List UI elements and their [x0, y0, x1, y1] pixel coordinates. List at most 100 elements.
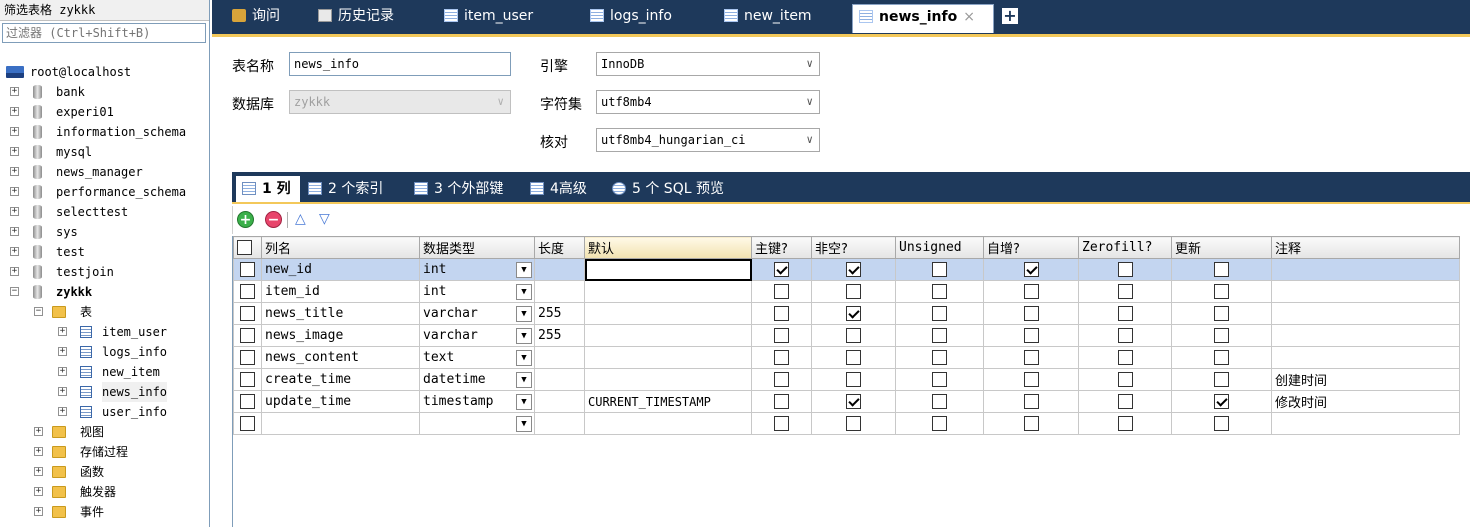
cell-nn[interactable] — [811, 324, 896, 347]
checkbox[interactable] — [1214, 262, 1229, 277]
cell-default[interactable] — [584, 258, 752, 281]
cell-name[interactable]: update_time — [261, 390, 420, 413]
cell-length[interactable] — [534, 368, 585, 391]
tab-item-user[interactable]: item_user — [438, 4, 578, 30]
checkbox[interactable] — [1023, 416, 1039, 431]
move-down-button[interactable]: ▽ — [319, 211, 330, 227]
cell-ai[interactable] — [983, 412, 1079, 435]
cell-comment[interactable] — [1271, 324, 1460, 347]
cell-unsigned[interactable] — [895, 258, 984, 281]
tree-table-item[interactable]: + item_user — [0, 322, 209, 342]
chevron-down-icon[interactable]: ▼ — [516, 262, 532, 278]
checkbox[interactable] — [1117, 262, 1133, 277]
tab-news-info[interactable]: news_info × — [852, 4, 994, 33]
tree-db-item[interactable]: + information_schema — [0, 122, 209, 142]
cell-update[interactable] — [1171, 346, 1272, 369]
cell-unsigned[interactable] — [895, 412, 984, 435]
checkbox[interactable] — [846, 284, 861, 299]
row-select-checkbox[interactable] — [233, 368, 262, 391]
checkbox[interactable] — [1214, 394, 1229, 409]
expand-icon[interactable]: + — [58, 407, 67, 416]
table-row[interactable]: news_title varchar ▼ 255 — [233, 302, 1460, 325]
cell-default[interactable]: CURRENT_TIMESTAMP — [584, 390, 752, 413]
checkbox[interactable] — [774, 350, 789, 365]
move-up-button[interactable]: △ — [295, 211, 306, 227]
expand-icon[interactable]: + — [10, 147, 19, 156]
checkbox[interactable] — [932, 262, 947, 277]
chevron-down-icon[interactable]: ▼ — [516, 416, 532, 432]
checkbox[interactable] — [774, 306, 789, 321]
expand-icon[interactable]: + — [10, 207, 19, 216]
cell-comment[interactable] — [1271, 280, 1460, 303]
cell-type[interactable]: varchar ▼ — [419, 324, 535, 347]
cell-pk[interactable] — [751, 280, 812, 303]
tree-table-item[interactable]: + news_info — [0, 382, 209, 402]
cell-update[interactable] — [1171, 390, 1272, 413]
cell-length[interactable]: 255 — [534, 302, 585, 325]
expand-icon[interactable]: + — [10, 107, 19, 116]
expand-icon[interactable]: + — [10, 167, 19, 176]
checkbox[interactable] — [932, 350, 947, 365]
cell-ai[interactable] — [983, 368, 1079, 391]
cell-unsigned[interactable] — [895, 390, 984, 413]
cell-type[interactable]: int ▼ — [419, 280, 535, 303]
table-row[interactable]: new_id int ▼ — [233, 258, 1460, 281]
cell-pk[interactable] — [751, 390, 812, 413]
cell-pk[interactable] — [751, 368, 812, 391]
row-select-checkbox[interactable] — [233, 280, 262, 303]
row-select-checkbox[interactable] — [233, 390, 262, 413]
subtab-foreign-keys[interactable]: 3 个外部键 — [408, 176, 524, 202]
tree-folder-item[interactable]: + 函数 — [0, 462, 209, 482]
checkbox[interactable] — [1023, 350, 1039, 365]
cell-zerofill[interactable] — [1078, 390, 1172, 413]
cell-pk[interactable] — [751, 302, 812, 325]
checkbox[interactable] — [1023, 284, 1039, 299]
checkbox[interactable] — [846, 350, 861, 365]
tree-host[interactable]: root@localhost — [0, 62, 209, 82]
expand-icon[interactable]: + — [34, 447, 43, 456]
cell-unsigned[interactable] — [895, 346, 984, 369]
tree-table-item[interactable]: + user_info — [0, 402, 209, 422]
checkbox[interactable] — [1214, 328, 1229, 343]
cell-type[interactable]: varchar ▼ — [419, 302, 535, 325]
chevron-down-icon[interactable]: ▼ — [516, 394, 532, 410]
cell-update[interactable] — [1171, 302, 1272, 325]
chevron-down-icon[interactable]: ▼ — [516, 284, 532, 300]
row-select-checkbox[interactable] — [233, 258, 262, 281]
cell-unsigned[interactable] — [895, 302, 984, 325]
checkbox[interactable] — [1214, 372, 1229, 387]
cell-name[interactable]: news_content — [261, 346, 420, 369]
checkbox[interactable] — [1117, 284, 1133, 299]
tree-db-item[interactable]: + testjoin — [0, 262, 209, 282]
checkbox[interactable] — [932, 306, 947, 321]
col-header-update[interactable]: 更新 — [1171, 236, 1272, 259]
expand-icon[interactable]: + — [34, 487, 43, 496]
cell-nn[interactable] — [811, 368, 896, 391]
collapse-icon[interactable]: − — [34, 307, 43, 316]
expand-icon[interactable]: + — [58, 327, 67, 336]
checkbox[interactable] — [932, 394, 947, 409]
cell-name[interactable]: create_time — [261, 368, 420, 391]
cell-type[interactable]: datetime ▼ — [419, 368, 535, 391]
cell-zerofill[interactable] — [1078, 280, 1172, 303]
cell-default[interactable] — [584, 346, 752, 369]
cell-update[interactable] — [1171, 412, 1272, 435]
cell-zerofill[interactable] — [1078, 368, 1172, 391]
cell-length[interactable] — [534, 258, 585, 281]
col-header-comment[interactable]: 注释 — [1271, 236, 1460, 259]
cell-pk[interactable] — [751, 324, 812, 347]
cell-default[interactable] — [584, 368, 752, 391]
col-header-autoinc[interactable]: 自增? — [983, 236, 1079, 259]
cell-comment[interactable]: 创建时间 — [1271, 368, 1460, 391]
charset-select[interactable]: utf8mb4 ∨ — [596, 90, 820, 114]
tree-db-item[interactable]: + sys — [0, 222, 209, 242]
checkbox[interactable] — [932, 372, 947, 387]
cell-zerofill[interactable] — [1078, 346, 1172, 369]
row-select-checkbox[interactable] — [233, 302, 262, 325]
checkbox[interactable] — [932, 328, 947, 343]
add-column-button[interactable]: + — [237, 211, 254, 228]
cell-unsigned[interactable] — [895, 368, 984, 391]
cell-nn[interactable] — [811, 302, 896, 325]
cell-name[interactable]: item_id — [261, 280, 420, 303]
filter-input[interactable] — [2, 23, 206, 43]
